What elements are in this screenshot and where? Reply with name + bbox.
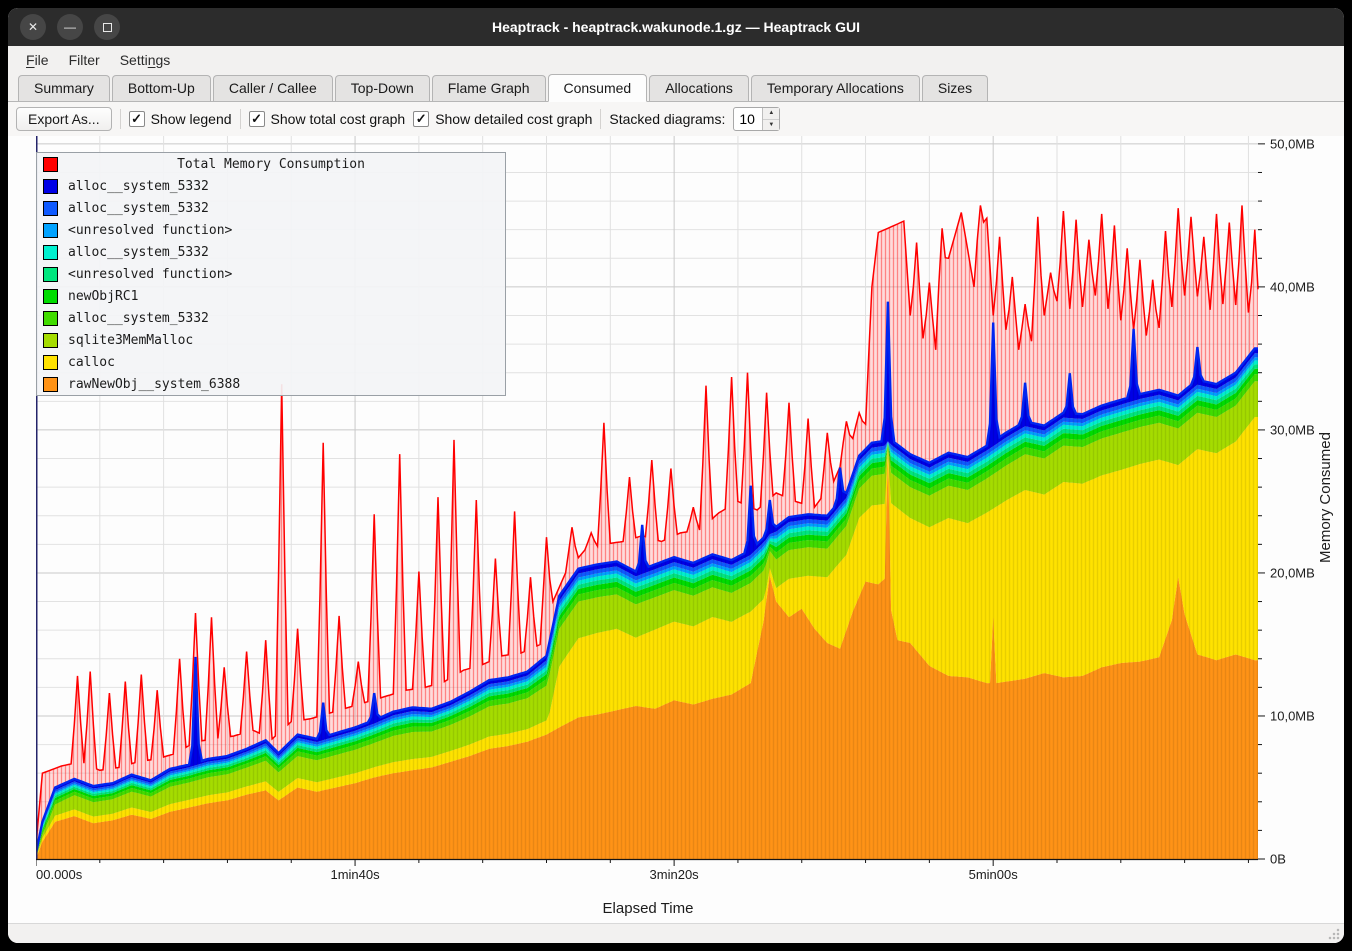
tab-allocations[interactable]: Allocations [649, 75, 749, 102]
svg-text:5min00s: 5min00s [969, 867, 1019, 882]
legend-label: alloc__system_5332 [68, 201, 209, 216]
tab-bar: SummaryBottom-UpCaller / CalleeTop-DownF… [8, 74, 1344, 102]
close-icon: ✕ [28, 20, 38, 34]
menubar: FileFilterSettings [8, 46, 1344, 74]
show-legend-label: Show legend [151, 111, 232, 127]
legend-color-swatch [43, 311, 58, 326]
stacked-diagrams-input[interactable] [734, 108, 762, 130]
checkbox-checked-icon: ✓ [413, 111, 429, 127]
menu-filter[interactable]: Filter [59, 49, 110, 71]
legend-item: alloc__system_5332 [37, 175, 505, 197]
legend-label: newObjRC1 [68, 289, 138, 304]
legend-label: alloc__system_5332 [68, 179, 209, 194]
y-axis-title: Memory Consumed [1317, 432, 1334, 563]
stacked-diagrams-label: Stacked diagrams: [609, 111, 725, 127]
legend-color-swatch [43, 377, 58, 392]
show-legend-checkbox[interactable]: ✓ Show legend [129, 111, 232, 127]
tab-flame-graph[interactable]: Flame Graph [432, 75, 546, 102]
legend-color-swatch [43, 223, 58, 238]
legend-item: alloc__system_5332 [37, 197, 505, 219]
tab-summary[interactable]: Summary [18, 75, 110, 102]
tab-sizes[interactable]: Sizes [922, 75, 988, 102]
svg-text:0B: 0B [1270, 852, 1286, 867]
maximize-icon [103, 23, 112, 32]
export-as-button[interactable]: Export As... [16, 107, 112, 131]
menu-file[interactable]: File [16, 49, 59, 71]
chart-legend[interactable]: Total Memory Consumption alloc__system_53… [36, 152, 506, 396]
resize-grip-icon[interactable] [1328, 928, 1340, 940]
stacked-diagrams-spinbox[interactable]: ▲ ▼ [733, 107, 780, 131]
tab-temporary-allocations[interactable]: Temporary Allocations [751, 75, 920, 102]
checkbox-checked-icon: ✓ [249, 111, 265, 127]
show-detailed-cost-checkbox[interactable]: ✓ Show detailed cost graph [413, 111, 592, 127]
minimize-icon: — [64, 20, 76, 34]
legend-item: calloc [37, 351, 505, 373]
minimize-button[interactable]: — [57, 14, 83, 40]
toolbar-separator [600, 109, 601, 129]
svg-text:3min20s: 3min20s [650, 867, 700, 882]
legend-label: rawNewObj__system_6388 [68, 377, 240, 392]
chart-panel: 00.000s1min40s3min20s5min00s0B10,0MB20,0… [8, 136, 1344, 923]
checkbox-checked-icon: ✓ [129, 111, 145, 127]
spin-down-icon[interactable]: ▼ [763, 120, 779, 131]
tab-top-down[interactable]: Top-Down [335, 75, 430, 102]
show-total-cost-checkbox[interactable]: ✓ Show total cost graph [249, 111, 406, 127]
toolbar-separator [120, 109, 121, 129]
menu-settings[interactable]: Settings [110, 49, 181, 71]
legend-label: alloc__system_5332 [68, 245, 209, 260]
legend-color-swatch [43, 245, 58, 260]
svg-text:1min40s: 1min40s [330, 867, 380, 882]
tab-caller-callee[interactable]: Caller / Callee [213, 75, 333, 102]
legend-color-swatch [43, 289, 58, 304]
legend-item: <unresolved function> [37, 263, 505, 285]
window-title: Heaptrack - heaptrack.wakunode.1.gz — He… [8, 19, 1344, 35]
toolbar: Export As... ✓ Show legend ✓ Show total … [8, 102, 1344, 136]
legend-label: <unresolved function> [68, 267, 232, 282]
legend-item: Total Memory Consumption [37, 153, 505, 175]
svg-text:00.000s: 00.000s [36, 867, 83, 882]
legend-item: rawNewObj__system_6388 [37, 373, 505, 395]
titlebar: ✕ — Heaptrack - heaptrack.wakunode.1.gz … [8, 8, 1344, 46]
legend-label: calloc [68, 355, 115, 370]
legend-color-swatch [43, 355, 58, 370]
legend-item: alloc__system_5332 [37, 241, 505, 263]
legend-color-swatch [43, 179, 58, 194]
legend-item: newObjRC1 [37, 285, 505, 307]
legend-item: <unresolved function> [37, 219, 505, 241]
legend-color-swatch [43, 157, 58, 172]
maximize-button[interactable] [94, 14, 120, 40]
legend-color-swatch [43, 201, 58, 216]
legend-label: <unresolved function> [68, 223, 232, 238]
legend-item: sqlite3MemMalloc [37, 329, 505, 351]
close-button[interactable]: ✕ [20, 14, 46, 40]
spin-up-icon[interactable]: ▲ [763, 108, 779, 120]
legend-label: Total Memory Consumption [68, 157, 505, 172]
y-axis-title-wrap: Memory Consumed [1308, 136, 1342, 859]
legend-item: alloc__system_5332 [37, 307, 505, 329]
toolbar-separator [240, 109, 241, 129]
legend-label: sqlite3MemMalloc [68, 333, 193, 348]
legend-color-swatch [43, 333, 58, 348]
app-window: ✕ — Heaptrack - heaptrack.wakunode.1.gz … [8, 8, 1344, 943]
x-axis-title: Elapsed Time [8, 900, 1288, 917]
tab-consumed[interactable]: Consumed [548, 74, 648, 102]
legend-color-swatch [43, 267, 58, 282]
show-detailed-cost-label: Show detailed cost graph [435, 111, 592, 127]
tab-bottom-up[interactable]: Bottom-Up [112, 75, 211, 102]
status-bar [8, 923, 1344, 943]
legend-label: alloc__system_5332 [68, 311, 209, 326]
show-total-cost-label: Show total cost graph [271, 111, 406, 127]
